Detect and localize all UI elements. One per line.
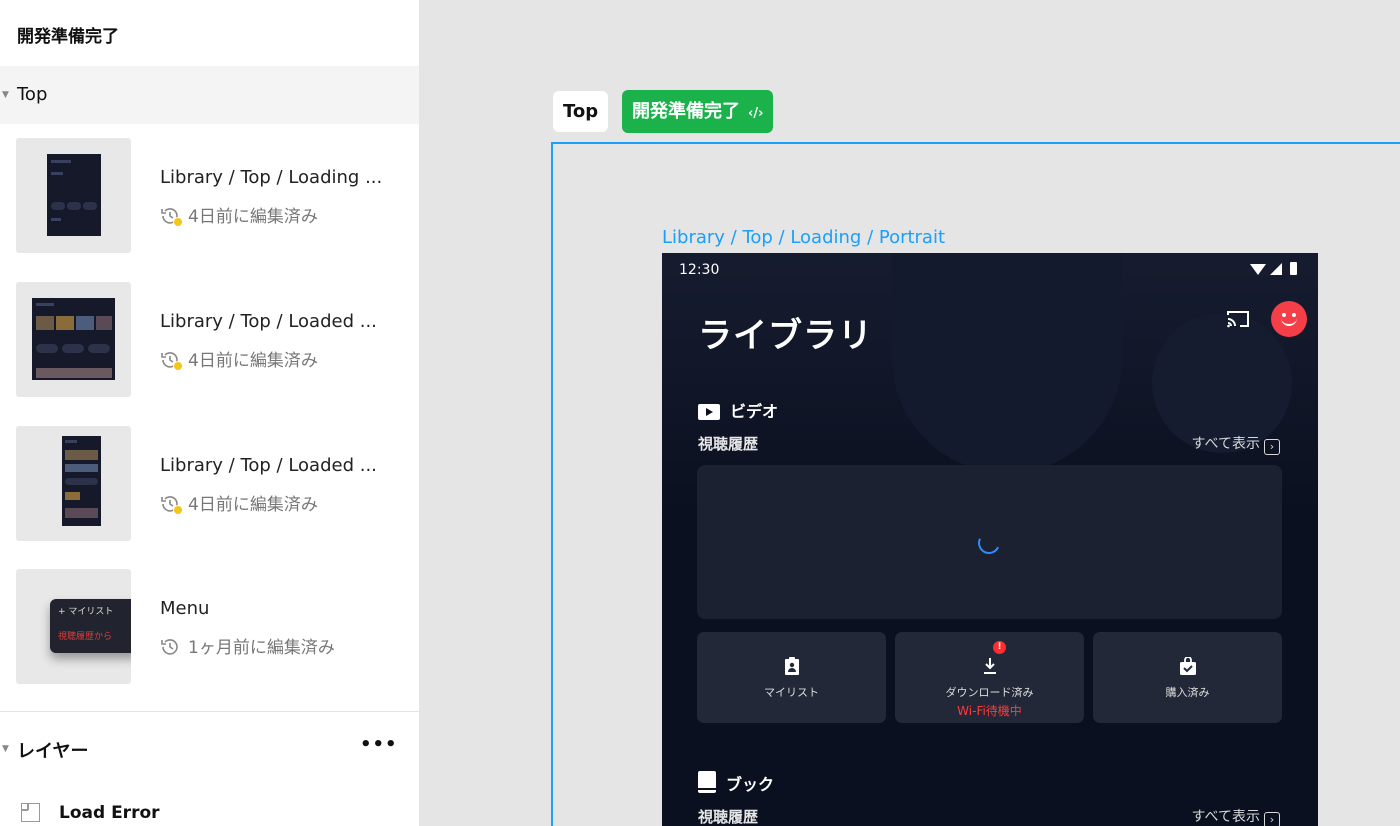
- frame-icon: [21, 803, 40, 822]
- tile-label: マイリスト: [764, 686, 819, 699]
- cast-icon[interactable]: [1226, 309, 1250, 329]
- book-section-label: ブック: [698, 771, 774, 797]
- frame-meta-text: 1ヶ月前に編集済み: [188, 638, 335, 658]
- downloads-tile[interactable]: ! ダウンロード済み Wi-Fi待機中: [895, 632, 1084, 723]
- caret-down-icon[interactable]: ▼: [2, 744, 9, 754]
- status-tag[interactable]: 開発準備完了 ‹/›: [622, 90, 774, 133]
- frame-name: Library / Top / Loading ...: [160, 167, 383, 188]
- book-history-row-label: 視聴履歴: [698, 808, 759, 826]
- signal-icon: [1270, 263, 1282, 275]
- frame-thumbnail: [16, 426, 131, 541]
- frame-item-loaded[interactable]: Library / Top / Loaded ... 4日前に編集済み: [0, 282, 419, 398]
- status-tag-label: 開発準備完了: [632, 101, 740, 122]
- left-panel: 開発準備完了 ▼ Top Library / Top / Loading ...…: [0, 0, 419, 826]
- history-icon: [160, 206, 183, 227]
- layer-label: Load Error: [59, 803, 160, 823]
- frame-title[interactable]: Library / Top / Loading / Portrait: [662, 227, 945, 248]
- frame-meta-text: 4日前に編集済み: [188, 495, 318, 515]
- status-time: 12:30: [679, 262, 720, 278]
- book-icon: [698, 771, 716, 797]
- frame-name: Library / Top / Loaded ...: [160, 455, 377, 476]
- more-options-icon[interactable]: •••: [360, 734, 398, 755]
- status-icons: [1250, 262, 1304, 276]
- see-all-link[interactable]: すべて表示 ›: [1192, 433, 1280, 455]
- shopping-bag-check-icon: [1179, 656, 1197, 679]
- warning-badge: !: [993, 641, 1006, 654]
- section-header-top[interactable]: ▼ Top: [0, 66, 419, 124]
- wifi-icon: [1250, 264, 1266, 275]
- history-icon: [160, 637, 182, 657]
- caret-down-icon[interactable]: ▼: [2, 90, 9, 100]
- purchased-tile[interactable]: 購入済み: [1093, 632, 1282, 723]
- battery-icon: [1290, 262, 1297, 275]
- frame-item-menu[interactable]: + マイリスト 視聴履歴から Menu 1ヶ月前に編集済み: [0, 569, 419, 685]
- frame-meta-text: 4日前に編集済み: [188, 207, 318, 227]
- frame-item-loaded-2[interactable]: Library / Top / Loaded ... 4日前に編集済み: [0, 426, 419, 542]
- avatar[interactable]: [1271, 301, 1307, 337]
- see-all-link[interactable]: すべて表示 ›: [1192, 806, 1280, 826]
- frame-meta-text: 4日前に編集済み: [188, 351, 318, 371]
- download-icon: [982, 657, 998, 679]
- history-row-label: 視聴履歴: [698, 435, 759, 453]
- history-loading-area: [697, 465, 1282, 619]
- layers-label: レイヤー: [17, 741, 89, 762]
- panel-title: 開発準備完了: [17, 27, 119, 47]
- phone-frame[interactable]: 12:30 ライブラリ ビデオ 視聴履歴 すべて表示 › マイリスト ! ダウン…: [662, 253, 1318, 826]
- menu-preview: + マイリスト 視聴履歴から: [50, 599, 131, 653]
- screen-title: ライブラリ: [698, 316, 873, 356]
- page-tag[interactable]: Top: [553, 91, 609, 132]
- chevron-right-icon: ›: [1264, 812, 1280, 826]
- frame-thumbnail: + マイリスト 視聴履歴から: [16, 569, 131, 684]
- tile-label: ダウンロード済み: [945, 686, 1034, 699]
- chevron-right-icon: ›: [1264, 439, 1280, 455]
- video-play-icon: [698, 404, 720, 424]
- frame-thumbnail: [16, 282, 131, 397]
- layers-header[interactable]: ▼ レイヤー •••: [0, 712, 419, 782]
- frame-thumbnail: [16, 138, 131, 253]
- history-icon: [160, 494, 183, 515]
- section-label: Top: [17, 84, 48, 105]
- loading-spinner-icon: [974, 528, 1004, 558]
- tile-status-text: Wi-Fi待機中: [957, 704, 1022, 718]
- video-section-label: ビデオ: [698, 398, 778, 424]
- frame-name: Library / Top / Loaded ...: [160, 311, 377, 332]
- frame-item-loading[interactable]: Library / Top / Loading ... 4日前に編集済み: [0, 138, 419, 254]
- mylist-tile[interactable]: マイリスト: [697, 632, 886, 723]
- layer-row[interactable]: Load Error: [0, 795, 419, 826]
- history-icon: [160, 350, 183, 371]
- frame-name: Menu: [160, 598, 210, 619]
- canvas[interactable]: Top 開発準備完了 ‹/› Library / Top / Loading / …: [419, 0, 1400, 826]
- clipboard-person-icon: [784, 657, 800, 679]
- code-icon: ‹/›: [748, 106, 764, 121]
- tile-label: 購入済み: [1165, 686, 1210, 699]
